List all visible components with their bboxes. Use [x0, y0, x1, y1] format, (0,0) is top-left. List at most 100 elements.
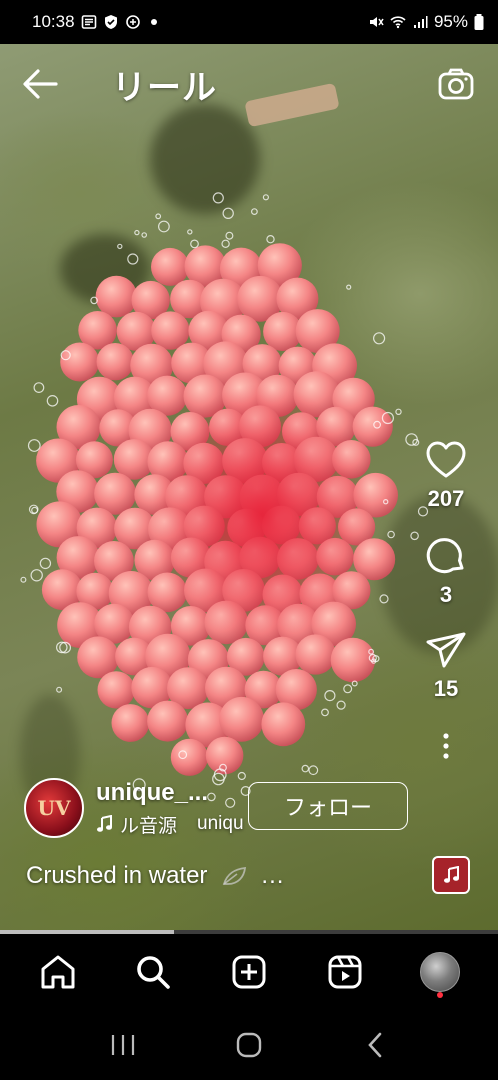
water-bubble: [387, 530, 395, 539]
water-bubble: [346, 284, 352, 290]
egg-cluster-core: [152, 384, 372, 644]
nav-search[interactable]: [125, 944, 181, 1000]
profile-notification-dot: [437, 992, 444, 998]
egg: [60, 342, 100, 382]
water-bubble: [301, 764, 310, 773]
water-bubble: [343, 684, 353, 694]
water-bubble: [379, 594, 389, 604]
follow-button[interactable]: フォロー: [248, 782, 408, 830]
reels-icon: [328, 955, 362, 989]
nav-create[interactable]: [221, 944, 277, 1000]
water-bubble: [336, 700, 346, 710]
like-count: 207: [427, 486, 465, 511]
caption-more[interactable]: ...: [261, 862, 284, 890]
egg: [151, 247, 189, 286]
water-bubble: [212, 192, 224, 204]
water-bubble: [28, 504, 39, 515]
egg: [295, 634, 336, 675]
camera-icon: [438, 68, 474, 100]
back-button[interactable]: [20, 60, 68, 108]
water-bubble: [324, 689, 336, 702]
home-circle-icon: [236, 1032, 262, 1058]
profile-avatar: [420, 952, 461, 992]
shield-icon: [104, 15, 117, 29]
water-bubble: [221, 239, 230, 248]
water-bubble: [395, 408, 402, 415]
water-bubble: [39, 557, 52, 570]
water-bubble: [250, 208, 258, 216]
water-bubble: [33, 382, 45, 394]
status-time: 10:38: [32, 12, 75, 31]
chevron-left-icon: [368, 1032, 382, 1058]
egg: [261, 702, 306, 747]
egg: [330, 637, 376, 683]
battery-icon: [474, 14, 484, 30]
battery-text: 95%: [433, 12, 468, 31]
music-note-icon: [97, 815, 112, 832]
egg: [205, 736, 244, 775]
water-bubble: [56, 686, 63, 693]
egg: [96, 343, 134, 381]
water-bubble: [155, 213, 162, 220]
video-progress-bar[interactable]: [0, 930, 498, 934]
home-button[interactable]: [229, 1025, 269, 1065]
send-icon: [426, 632, 466, 668]
comment-button[interactable]: 3: [425, 534, 467, 608]
news-icon: [81, 15, 96, 29]
nav-reels[interactable]: [317, 944, 373, 1000]
leaf-emoji-icon: [223, 866, 247, 885]
mute-icon: [369, 17, 384, 27]
water-bubble: [27, 439, 41, 452]
more-options-button[interactable]: [431, 728, 461, 764]
audio-thumbnail[interactable]: [432, 856, 470, 894]
camera-button[interactable]: [434, 62, 478, 106]
notification-dot: [150, 19, 157, 25]
water-bubble: [46, 394, 59, 407]
top-bar: リール: [0, 44, 498, 124]
egg: [95, 275, 138, 318]
wifi-icon: [390, 16, 406, 29]
water-bubble: [308, 765, 319, 776]
system-nav: [0, 1010, 498, 1080]
search-icon: [137, 956, 171, 989]
water-bubble: [321, 708, 329, 717]
like-button[interactable]: 207: [425, 440, 467, 512]
water-bubble: [190, 239, 199, 249]
recent-apps-button[interactable]: [103, 1025, 143, 1065]
water-bubble: [225, 231, 234, 240]
author-row: UV unique_... ル音源 uniqu フォロー: [24, 776, 464, 840]
author-avatar[interactable]: UV: [24, 778, 84, 838]
egg: [219, 696, 264, 742]
water-bubble: [157, 220, 170, 233]
bottom-nav: [0, 934, 498, 1010]
caption-text: Crushed in water: [26, 862, 208, 889]
back-arrow-icon: [23, 69, 58, 99]
sync-icon: [125, 15, 140, 29]
home-icon: [41, 955, 75, 989]
water-bubble: [187, 229, 193, 235]
audio-user: uniqu: [197, 813, 244, 834]
water-bubble: [117, 243, 123, 250]
video-progress-fill: [0, 930, 175, 934]
water-bubble: [222, 207, 234, 219]
avatar-text: UV: [37, 796, 71, 820]
music-note-icon: [444, 866, 459, 883]
add-post-icon: [232, 955, 266, 989]
page-title: リール: [112, 68, 217, 107]
nav-profile[interactable]: [412, 944, 468, 1000]
share-button[interactable]: 15: [425, 630, 467, 702]
back-system-button[interactable]: [355, 1025, 395, 1065]
egg: [151, 311, 190, 350]
water-bubble: [373, 332, 386, 345]
signal-icon: [413, 16, 428, 28]
water-bubble: [141, 232, 148, 238]
water-bubble: [262, 194, 269, 201]
status-bar: 10:38 95%: [0, 0, 498, 44]
nav-home[interactable]: [30, 944, 86, 1000]
heart-icon: [426, 441, 466, 478]
caption[interactable]: Crushed in water ...: [26, 862, 284, 890]
action-column: 207 3 15: [416, 440, 476, 764]
recent-apps-icon: [111, 1035, 135, 1055]
more-vertical-icon: [443, 733, 449, 759]
egg: [147, 700, 189, 742]
